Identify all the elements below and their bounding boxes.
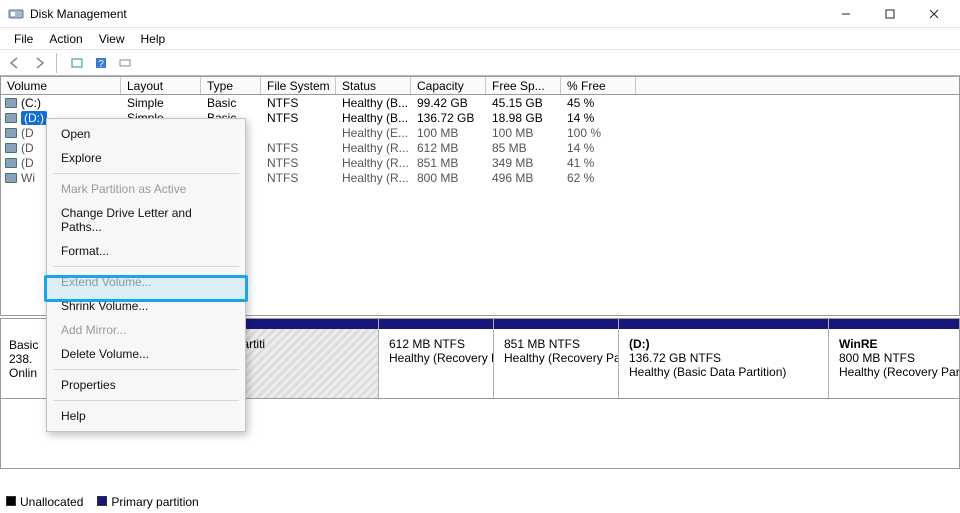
disk-icon xyxy=(5,113,17,123)
context-menu: Open Explore Mark Partition as Active Ch… xyxy=(46,118,246,432)
disk-icon xyxy=(5,158,17,168)
menu-view[interactable]: View xyxy=(91,29,133,49)
col-volume[interactable]: Volume xyxy=(1,77,121,94)
menu-bar: File Action View Help xyxy=(0,28,960,50)
col-layout[interactable]: Layout xyxy=(121,77,201,94)
cm-add-mirror: Add Mirror... xyxy=(49,318,243,342)
disk-icon xyxy=(5,173,17,183)
refresh-button[interactable] xyxy=(66,52,88,74)
title-bar: Disk Management xyxy=(0,0,960,28)
toolbar: ? xyxy=(0,50,960,76)
settings-button[interactable] xyxy=(114,52,136,74)
minimize-button[interactable] xyxy=(824,0,868,28)
svg-text:?: ? xyxy=(98,59,104,70)
col-capacity[interactable]: Capacity xyxy=(411,77,486,94)
menu-file[interactable]: File xyxy=(6,29,41,49)
partition[interactable]: WinRE800 MB NTFSHealthy (Recovery Parti xyxy=(829,319,959,398)
menu-help[interactable]: Help xyxy=(133,29,174,49)
col-filesystem[interactable]: File System xyxy=(261,77,336,94)
help-button[interactable]: ? xyxy=(90,52,112,74)
cm-open[interactable]: Open xyxy=(49,122,243,146)
app-icon xyxy=(8,6,24,22)
cm-delete[interactable]: Delete Volume... xyxy=(49,342,243,366)
col-status[interactable]: Status xyxy=(336,77,411,94)
window-title: Disk Management xyxy=(30,7,824,21)
cm-mark-active: Mark Partition as Active xyxy=(49,177,243,201)
cm-change-letter[interactable]: Change Drive Letter and Paths... xyxy=(49,201,243,239)
cm-extend: Extend Volume... xyxy=(49,270,243,294)
cm-help[interactable]: Help xyxy=(49,404,243,428)
cm-shrink[interactable]: Shrink Volume... xyxy=(49,294,243,318)
col-pctfree[interactable]: % Free xyxy=(561,77,636,94)
cm-properties[interactable]: Properties xyxy=(49,373,243,397)
swatch-unallocated xyxy=(6,496,16,506)
col-freespace[interactable]: Free Sp... xyxy=(486,77,561,94)
volume-table-header: Volume Layout Type File System Status Ca… xyxy=(0,76,960,95)
partition[interactable]: (D:)136.72 GB NTFSHealthy (Basic Data Pa… xyxy=(619,319,829,398)
disk-icon xyxy=(5,128,17,138)
cm-format[interactable]: Format... xyxy=(49,239,243,263)
cm-explore[interactable]: Explore xyxy=(49,146,243,170)
volume-row[interactable]: (C:) Simple Basic NTFS Healthy (B... 99.… xyxy=(1,95,959,110)
col-type[interactable]: Type xyxy=(201,77,261,94)
back-button[interactable] xyxy=(4,52,26,74)
partition[interactable]: 851 MB NTFSHealthy (Recovery Parti xyxy=(494,319,619,398)
disk-icon xyxy=(5,98,17,108)
partition[interactable]: 612 MB NTFSHealthy (Recovery Par xyxy=(379,319,494,398)
legend: Unallocated Primary partition xyxy=(6,495,199,509)
disk-icon xyxy=(5,143,17,153)
menu-action[interactable]: Action xyxy=(41,29,90,49)
close-button[interactable] xyxy=(912,0,956,28)
swatch-primary xyxy=(97,496,107,506)
forward-button[interactable] xyxy=(28,52,50,74)
maximize-button[interactable] xyxy=(868,0,912,28)
